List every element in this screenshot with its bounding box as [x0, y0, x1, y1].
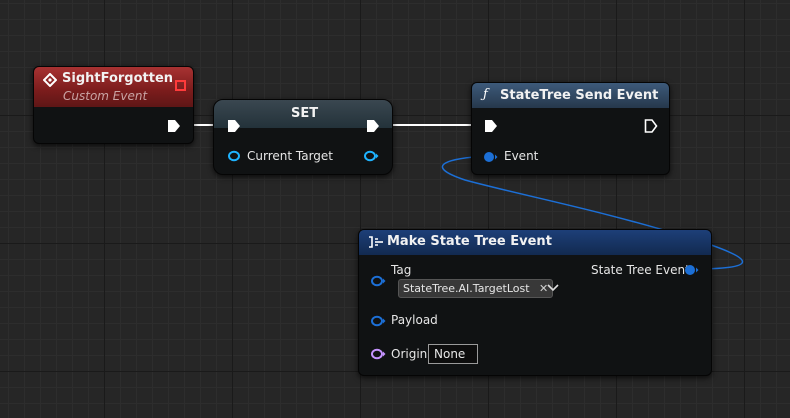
tag-value-chip[interactable]: StateTree.AI.TargetLost ✕: [398, 279, 554, 298]
event-diamond-icon: [43, 73, 57, 87]
node-title: Make State Tree Event: [387, 234, 552, 249]
current-target-input-pin[interactable]: [227, 150, 241, 162]
exec-output-pin[interactable]: [644, 118, 658, 134]
chevron-down-icon[interactable]: [547, 282, 559, 292]
sight-forgotten-node[interactable]: SightForgotten Custom Event: [33, 66, 194, 144]
make-struct-icon: [368, 235, 384, 249]
node-title: SightForgotten: [62, 71, 174, 86]
state-tree-event-output-label: State Tree Event: [591, 263, 690, 277]
node-title: StateTree Send Event: [500, 88, 659, 103]
current-target-label: Current Target: [247, 149, 334, 163]
make-state-tree-event-node[interactable]: Make State Tree Event Tag StateTree.AI.T…: [358, 229, 712, 376]
event-input-pin[interactable]: [483, 151, 499, 163]
node-title: SET: [291, 106, 319, 121]
exec-input-pin[interactable]: [227, 118, 241, 134]
current-target-output-pin[interactable]: [363, 150, 379, 162]
node-subtitle: Custom Event: [63, 89, 148, 103]
payload-input-pin[interactable]: [371, 315, 387, 327]
statetree-send-event-node[interactable]: ƒ StateTree Send Event Event: [471, 82, 670, 175]
set-node[interactable]: SET Current Target: [213, 99, 393, 175]
function-icon: ƒ: [483, 87, 488, 102]
state-tree-event-output-pin[interactable]: [683, 264, 701, 276]
payload-label: Payload: [391, 313, 438, 327]
exec-output-pin[interactable]: [366, 118, 380, 134]
exec-input-pin[interactable]: [484, 118, 498, 134]
origin-input-pin[interactable]: [371, 348, 387, 360]
origin-label: Origin: [391, 347, 428, 361]
tag-input-pin[interactable]: [371, 275, 387, 287]
tag-value-text: StateTree.AI.TargetLost: [403, 282, 530, 295]
exec-output-pin[interactable]: [167, 118, 181, 134]
origin-name-input[interactable]: None: [428, 344, 478, 364]
event-label: Event: [504, 149, 539, 163]
delegate-pin[interactable]: [175, 80, 187, 92]
tag-label: Tag: [391, 263, 412, 277]
